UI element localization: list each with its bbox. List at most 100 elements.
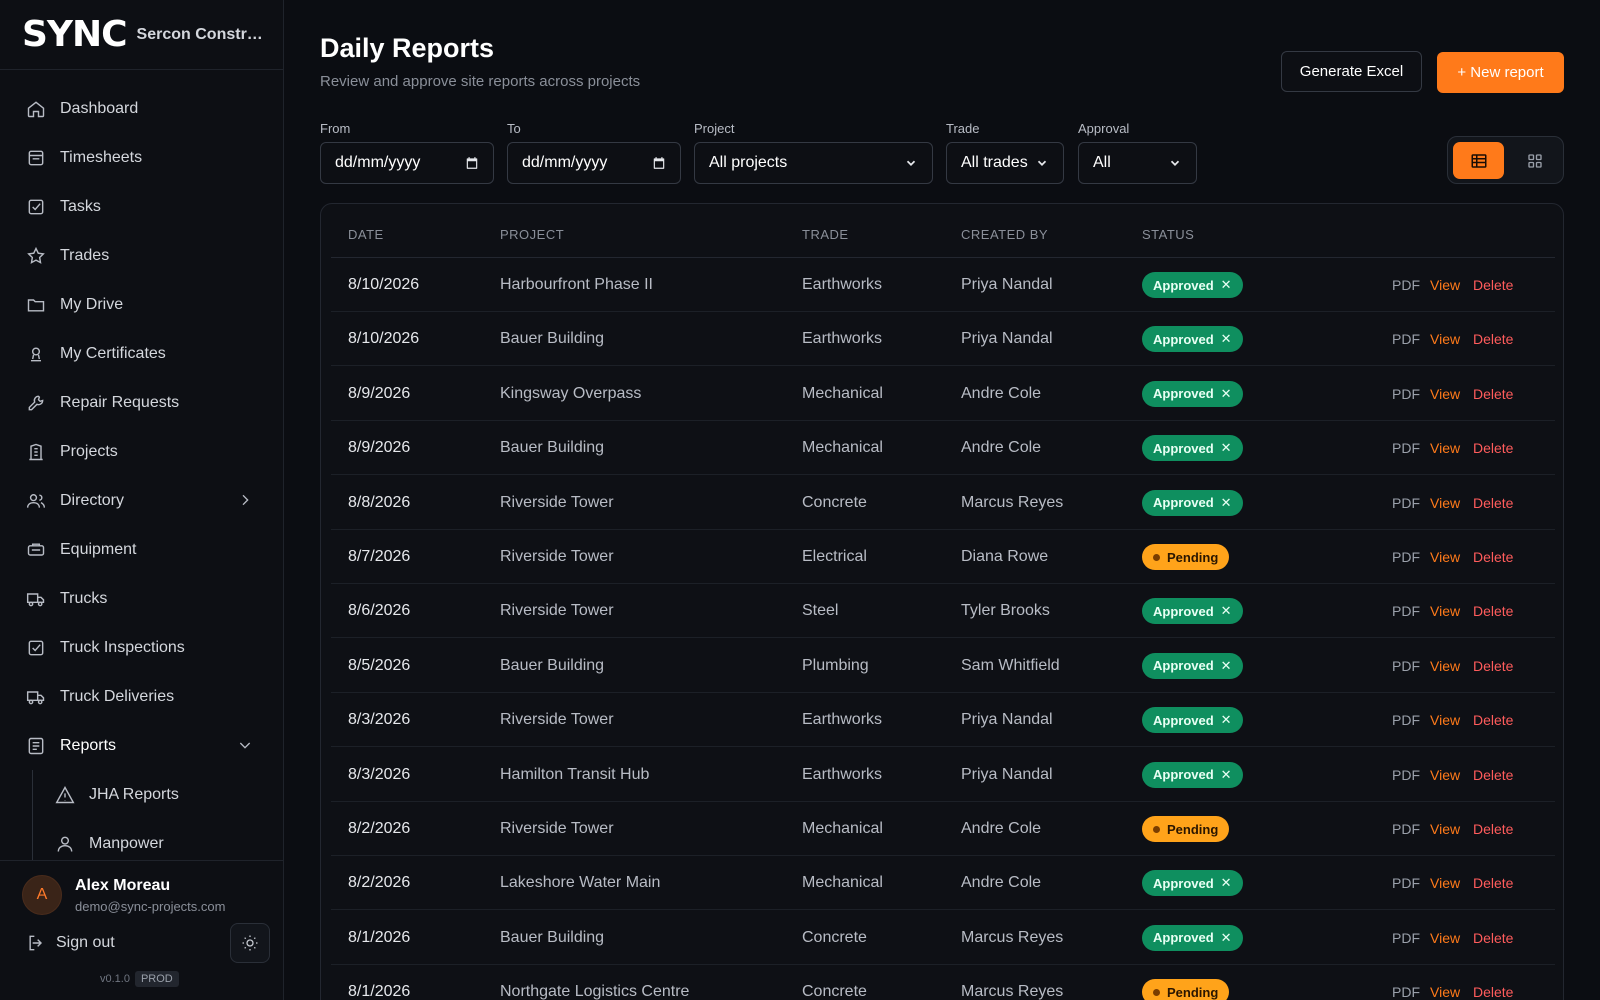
delete-button[interactable]: Delete: [1473, 440, 1513, 456]
trade-select[interactable]: All trades: [946, 142, 1064, 184]
sidebar-item-projects[interactable]: Projects: [0, 427, 283, 476]
view-button[interactable]: View: [1430, 767, 1460, 783]
table-row[interactable]: 8/2/2026 Riverside Tower Mechanical Andre C…: [331, 802, 1555, 856]
pdf-button[interactable]: PDF: [1392, 984, 1420, 1000]
brand-logo[interactable]: SYNC: [22, 14, 128, 55]
new-report-button[interactable]: + New report: [1437, 52, 1564, 93]
close-icon[interactable]: ✕: [1221, 495, 1232, 511]
close-icon[interactable]: ✕: [1221, 440, 1232, 456]
status-badge[interactable]: Approved ✕: [1142, 870, 1243, 897]
status-badge[interactable]: Approved ✕: [1142, 489, 1243, 516]
table-view-button[interactable]: [1453, 142, 1504, 179]
view-button[interactable]: View: [1430, 549, 1460, 565]
view-button[interactable]: View: [1430, 984, 1460, 1000]
status-badge[interactable]: Approved ✕: [1142, 272, 1243, 298]
view-button[interactable]: View: [1430, 658, 1460, 674]
table-row[interactable]: 8/10/2026 Bauer Building Earthworks Priya N…: [331, 312, 1555, 367]
delete-button[interactable]: Delete: [1473, 549, 1513, 565]
company-name[interactable]: Sercon Construction: [137, 26, 265, 44]
sidebar-item-truck-inspections[interactable]: Truck Inspections: [0, 623, 283, 672]
sidebar-item-trades[interactable]: Trades: [0, 231, 283, 280]
sidebar-item-trucks[interactable]: Trucks: [0, 574, 283, 623]
sidebar-item-truck-deliveries[interactable]: Truck Deliveries: [0, 672, 283, 721]
status-badge[interactable]: Pending: [1142, 979, 1230, 1000]
sidebar-item-dashboard[interactable]: Dashboard: [0, 84, 283, 133]
close-icon[interactable]: ✕: [1221, 712, 1232, 728]
pdf-button[interactable]: PDF: [1392, 277, 1420, 293]
sidebar-item-my-drive[interactable]: My Drive: [0, 280, 283, 329]
table-row[interactable]: 8/8/2026 Riverside Tower Concrete Marcus Re…: [331, 476, 1555, 530]
pdf-button[interactable]: PDF: [1392, 875, 1420, 891]
table-row[interactable]: 8/1/2026 Bauer Building Concrete Marcus Rey…: [331, 911, 1555, 965]
column-header-created-by[interactable]: CREATED BY: [961, 227, 1048, 242]
view-button[interactable]: View: [1430, 603, 1460, 619]
close-icon[interactable]: ✕: [1221, 331, 1232, 347]
delete-button[interactable]: Delete: [1473, 495, 1513, 511]
pdf-button[interactable]: PDF: [1392, 386, 1420, 402]
pdf-button[interactable]: PDF: [1392, 495, 1420, 511]
delete-button[interactable]: Delete: [1473, 603, 1513, 619]
close-icon[interactable]: ✕: [1221, 875, 1232, 891]
avatar[interactable]: A: [22, 875, 62, 915]
column-header-date[interactable]: DATE: [348, 227, 384, 242]
grid-view-button[interactable]: [1509, 142, 1560, 179]
status-badge[interactable]: Approved ✕: [1142, 435, 1243, 462]
view-button[interactable]: View: [1430, 495, 1460, 511]
column-header-status[interactable]: STATUS: [1142, 227, 1194, 242]
table-row[interactable]: 8/5/2026 Bauer Building Plumbing Sam Whitfi…: [331, 639, 1555, 693]
delete-button[interactable]: Delete: [1473, 386, 1513, 402]
status-badge[interactable]: Approved ✕: [1142, 326, 1243, 353]
from-date-input[interactable]: dd/mm/yyyy: [320, 142, 494, 184]
delete-button[interactable]: Delete: [1473, 930, 1513, 946]
column-header-trade[interactable]: TRADE: [802, 227, 849, 242]
view-button[interactable]: View: [1430, 386, 1460, 402]
delete-button[interactable]: Delete: [1473, 658, 1513, 674]
pdf-button[interactable]: PDF: [1392, 767, 1420, 783]
view-button[interactable]: View: [1430, 930, 1460, 946]
chevron-down-icon[interactable]: [237, 737, 253, 753]
sidebar-item-my-certificates[interactable]: My Certificates: [0, 329, 283, 378]
chevron-right-icon[interactable]: [237, 492, 253, 508]
column-header-project[interactable]: PROJECT: [500, 227, 564, 242]
delete-button[interactable]: Delete: [1473, 331, 1513, 347]
approval-select[interactable]: All: [1078, 142, 1197, 184]
table-row[interactable]: 8/1/2026 Northgate Logistics Centre Concre…: [331, 965, 1555, 1000]
generate-excel-button[interactable]: Generate Excel: [1281, 51, 1422, 92]
sidebar-item-jha-reports[interactable]: JHA Reports: [33, 770, 283, 819]
status-badge[interactable]: Approved ✕: [1142, 761, 1243, 788]
theme-toggle-button[interactable]: [230, 923, 270, 963]
calendar-icon[interactable]: [652, 156, 666, 170]
close-icon[interactable]: ✕: [1221, 930, 1232, 946]
pdf-button[interactable]: PDF: [1392, 658, 1420, 674]
table-row[interactable]: 8/7/2026 Riverside Tower Electrical Diana R…: [331, 530, 1555, 584]
pdf-button[interactable]: PDF: [1392, 712, 1420, 728]
table-row[interactable]: 8/2/2026 Lakeshore Water Main Mechanical An…: [331, 856, 1555, 911]
to-date-input[interactable]: dd/mm/yyyy: [507, 142, 681, 184]
view-button[interactable]: View: [1430, 277, 1460, 293]
status-badge[interactable]: Pending: [1142, 544, 1230, 570]
sidebar-item-equipment[interactable]: Equipment: [0, 525, 283, 574]
delete-button[interactable]: Delete: [1473, 712, 1513, 728]
sidebar-item-directory[interactable]: Directory: [0, 476, 283, 525]
pdf-button[interactable]: PDF: [1392, 331, 1420, 347]
table-row[interactable]: 8/10/2026 Harbourfront Phase II Earthworks…: [331, 258, 1555, 312]
status-badge[interactable]: Approved ✕: [1142, 652, 1243, 679]
pdf-button[interactable]: PDF: [1392, 603, 1420, 619]
view-button[interactable]: View: [1430, 331, 1460, 347]
view-button[interactable]: View: [1430, 875, 1460, 891]
view-button[interactable]: View: [1430, 712, 1460, 728]
close-icon[interactable]: ✕: [1221, 386, 1232, 402]
project-select[interactable]: All projects: [694, 142, 933, 184]
sidebar-item-timesheets[interactable]: Timesheets: [0, 133, 283, 182]
close-icon[interactable]: ✕: [1221, 658, 1232, 674]
close-icon[interactable]: ✕: [1221, 603, 1232, 619]
close-icon[interactable]: ✕: [1221, 767, 1232, 783]
status-badge[interactable]: Approved ✕: [1142, 924, 1243, 951]
table-row[interactable]: 8/9/2026 Kingsway Overpass Mechanical Andre…: [331, 367, 1555, 421]
status-badge[interactable]: Approved ✕: [1142, 598, 1243, 625]
table-row[interactable]: 8/9/2026 Bauer Building Mechanical Andre Co…: [331, 421, 1555, 476]
delete-button[interactable]: Delete: [1473, 767, 1513, 783]
delete-button[interactable]: Delete: [1473, 984, 1513, 1000]
delete-button[interactable]: Delete: [1473, 277, 1513, 293]
view-button[interactable]: View: [1430, 821, 1460, 837]
